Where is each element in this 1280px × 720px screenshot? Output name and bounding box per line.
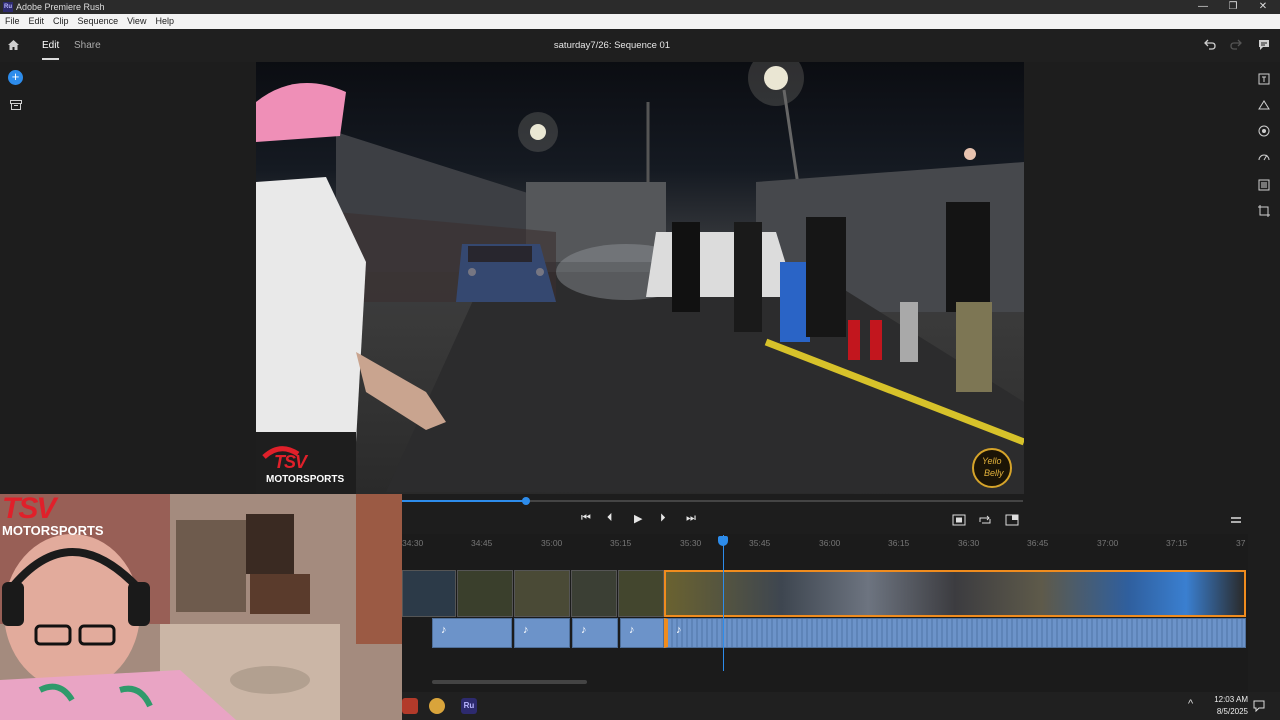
player-controls: ⏮ ⏴ ▶ ⏵ ⏭ bbox=[402, 494, 1248, 534]
music-note-icon: ♪ bbox=[629, 624, 635, 636]
maximize-button[interactable]: ❐ bbox=[1218, 0, 1248, 14]
video-clip[interactable] bbox=[571, 570, 617, 617]
menu-sequence[interactable]: Sequence bbox=[73, 14, 123, 26]
menu-view[interactable]: View bbox=[122, 14, 150, 26]
audio-clip-selected[interactable]: ♪ bbox=[664, 618, 1246, 648]
audio-clip[interactable]: ♪ bbox=[432, 618, 512, 648]
menu-file[interactable]: File bbox=[0, 14, 24, 26]
video-clip[interactable] bbox=[457, 570, 513, 617]
timeline-tick: 34:30 bbox=[402, 538, 424, 548]
redo-icon[interactable] bbox=[1230, 39, 1242, 50]
yello-belly-badge-bottom: Belly bbox=[984, 468, 1004, 478]
video-clip[interactable] bbox=[514, 570, 570, 617]
play-icon[interactable]: ▶ bbox=[634, 512, 642, 525]
video-clip[interactable] bbox=[402, 570, 456, 617]
video-clip-selected[interactable] bbox=[664, 570, 1246, 617]
show-hidden-icons-icon[interactable]: ^ bbox=[1188, 698, 1193, 710]
music-note-icon: ♪ bbox=[523, 624, 529, 636]
app-header: Edit Share saturday7/26: Sequence 01 bbox=[0, 29, 1280, 62]
undo-icon[interactable] bbox=[1204, 39, 1216, 50]
timeline-tick: 37:15 bbox=[1166, 538, 1188, 548]
titles-icon[interactable] bbox=[1257, 72, 1271, 86]
menu-clip[interactable]: Clip bbox=[48, 14, 73, 26]
fit-to-frame-icon[interactable] bbox=[952, 514, 966, 526]
go-to-end-icon[interactable]: ⏭ bbox=[686, 512, 696, 525]
motorsports-webcam-label: MOTORSPORTS bbox=[2, 523, 104, 538]
premiere-rush-app-icon: Ru bbox=[3, 2, 13, 12]
timeline-tick: 36:45 bbox=[1027, 538, 1049, 548]
close-button[interactable]: ✕ bbox=[1248, 0, 1278, 14]
timeline-tick: 37:00 bbox=[1097, 538, 1119, 548]
feedback-icon[interactable] bbox=[1258, 39, 1270, 51]
sequence-title: saturday7/26: Sequence 01 bbox=[553, 40, 671, 51]
loop-icon[interactable] bbox=[978, 514, 992, 526]
audio-icon[interactable] bbox=[1257, 178, 1271, 192]
timeline[interactable]: 34:30 34:45 35:00 35:15 35:30 35:45 36:0… bbox=[402, 534, 1248, 692]
color-icon[interactable] bbox=[1257, 124, 1271, 138]
music-note-icon: ♪ bbox=[441, 624, 447, 636]
playhead-handle[interactable] bbox=[718, 536, 728, 546]
taskbar-app-icon[interactable] bbox=[402, 698, 418, 714]
taskbar: Ru ^ 12:03 AM 8/5/2025 bbox=[402, 692, 1280, 720]
video-preview[interactable]: TSV MOTORSPORTS Yello Belly bbox=[256, 62, 1024, 494]
fullscreen-icon[interactable] bbox=[1005, 514, 1019, 526]
audio-clip[interactable]: ♪ bbox=[620, 618, 664, 648]
audio-clip[interactable]: ♪ bbox=[572, 618, 618, 648]
clock-time: 12:03 AM bbox=[1214, 695, 1248, 704]
crop-transform-icon[interactable] bbox=[1257, 204, 1271, 218]
music-note-icon: ♪ bbox=[676, 624, 682, 636]
notifications-icon[interactable] bbox=[1253, 700, 1265, 712]
timeline-tick: 34:45 bbox=[471, 538, 493, 548]
video-clip[interactable] bbox=[618, 570, 664, 617]
timeline-tick: 35:30 bbox=[680, 538, 702, 548]
step-forward-icon[interactable]: ⏵ bbox=[660, 512, 666, 525]
timeline-tick: 35:15 bbox=[610, 538, 632, 548]
music-note-icon: ♪ bbox=[581, 624, 587, 636]
menu-bar: File Edit Clip Sequence View Help bbox=[0, 14, 1280, 29]
go-to-start-icon[interactable]: ⏮ bbox=[581, 512, 591, 525]
playhead[interactable] bbox=[723, 535, 724, 671]
webcam-overlay: TSV MOTORSPORTS bbox=[0, 494, 402, 720]
right-toolbar bbox=[1248, 62, 1280, 692]
menu-help[interactable]: Help bbox=[150, 14, 178, 26]
minimize-button[interactable]: — bbox=[1188, 0, 1218, 14]
motorsports-watermark: MOTORSPORTS bbox=[266, 474, 345, 485]
timeline-menu-icon[interactable] bbox=[1230, 516, 1242, 524]
transitions-icon[interactable] bbox=[1257, 98, 1271, 112]
speed-icon[interactable] bbox=[1257, 150, 1271, 164]
add-media-button[interactable]: + bbox=[8, 70, 23, 85]
taskbar-clock[interactable]: 12:03 AM 8/5/2025 bbox=[1208, 695, 1248, 716]
chrome-icon[interactable] bbox=[429, 698, 445, 714]
timeline-tick: 36:15 bbox=[888, 538, 910, 548]
timeline-tick: 36:00 bbox=[819, 538, 841, 548]
title-bar: Ru Adobe Premiere Rush — ❐ ✕ bbox=[0, 0, 1280, 14]
audio-clip[interactable]: ♪ bbox=[514, 618, 570, 648]
timeline-scrollbar[interactable] bbox=[432, 680, 587, 684]
premiere-rush-taskbar-icon[interactable]: Ru bbox=[461, 698, 477, 714]
timeline-tick: 35:45 bbox=[749, 538, 771, 548]
tsv-watermark-logo: TSV bbox=[274, 452, 307, 472]
step-back-icon[interactable]: ⏴ bbox=[607, 512, 613, 525]
yello-belly-badge-top: Yello bbox=[982, 456, 1002, 466]
menu-edit[interactable]: Edit bbox=[24, 14, 49, 26]
timeline-tick: 37 bbox=[1236, 538, 1246, 548]
window-title: Adobe Premiere Rush bbox=[16, 2, 105, 12]
timeline-tick: 35:00 bbox=[541, 538, 563, 548]
scrub-bar-progress bbox=[402, 500, 527, 502]
project-assets-icon[interactable] bbox=[10, 100, 22, 110]
preview-frame bbox=[256, 62, 1024, 494]
timeline-tick: 36:30 bbox=[958, 538, 980, 548]
clock-date: 8/5/2025 bbox=[1216, 707, 1248, 716]
scrub-bar-handle[interactable] bbox=[522, 497, 531, 505]
tsv-webcam-logo: TSV bbox=[2, 494, 56, 525]
